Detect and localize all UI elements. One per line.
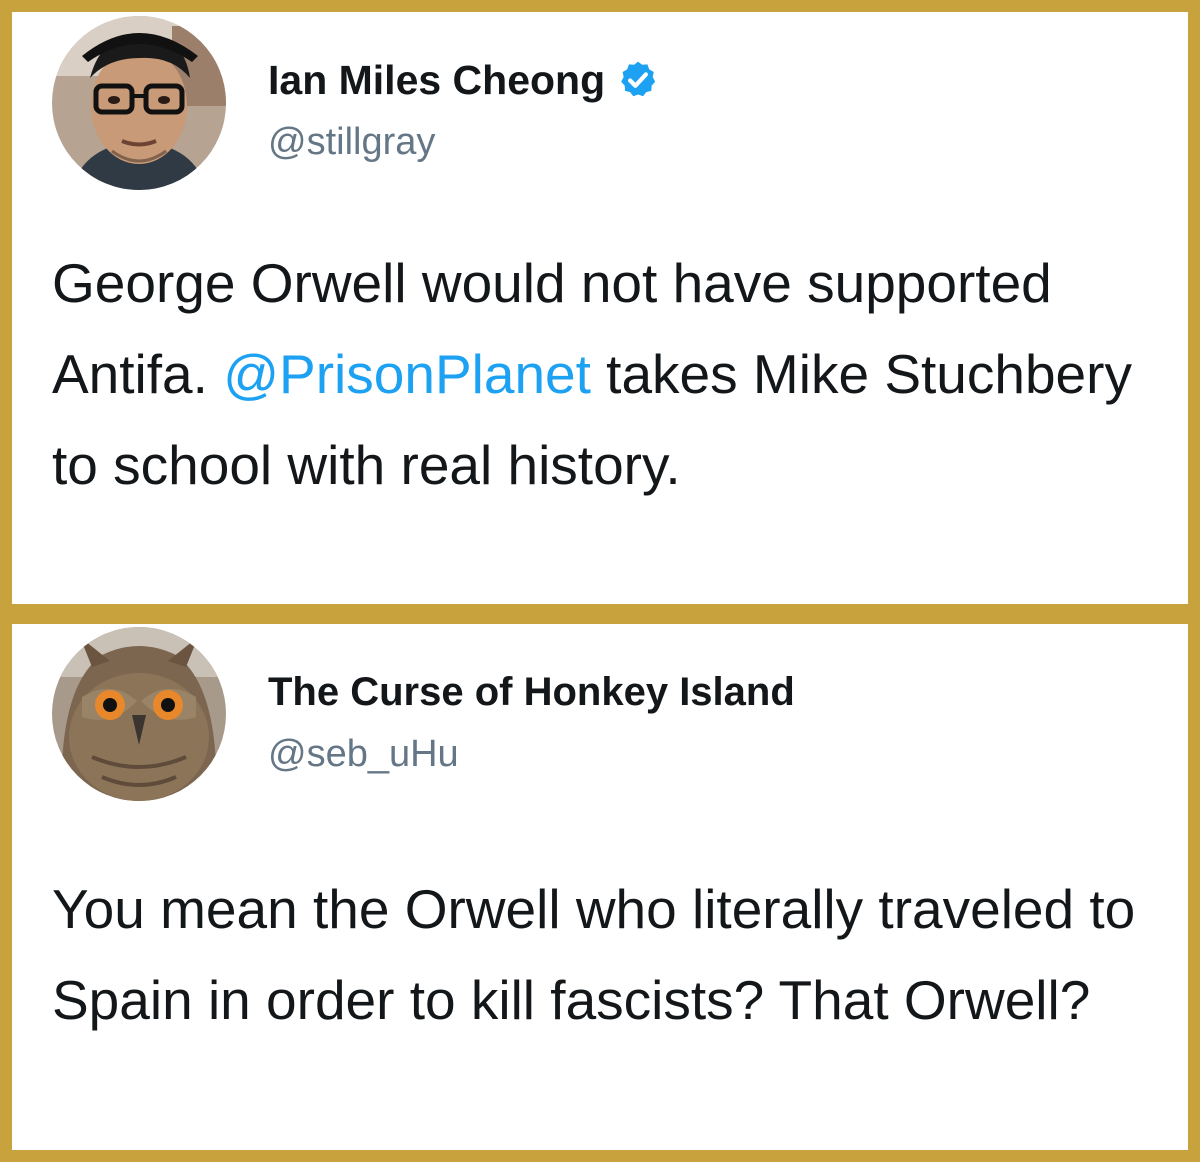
author-handle[interactable]: @stillgray: [268, 120, 435, 164]
verified-badge-icon: [617, 59, 659, 101]
tweet-card-1: Ian Miles Cheong @stillgray George Orwel…: [12, 12, 1188, 604]
tweet-text: You mean the Orwell who literally travel…: [52, 864, 1148, 1046]
author-name-line: The Curse of Honkey Island: [268, 668, 795, 716]
owl-avatar-icon[interactable]: [52, 627, 226, 801]
author-name[interactable]: Ian Miles Cheong: [268, 56, 605, 104]
author-handle[interactable]: @seb_uHu: [268, 732, 459, 776]
tweet-card-2: The Curse of Honkey Island @seb_uHu You …: [12, 624, 1188, 1150]
author-name-line: Ian Miles Cheong: [268, 56, 659, 104]
author-name[interactable]: The Curse of Honkey Island: [268, 668, 795, 716]
tweet-text: George Orwell would not have supported A…: [52, 238, 1148, 511]
mention-link[interactable]: @PrisonPlanet: [223, 343, 591, 405]
tweet-text-before: You mean the Orwell who literally travel…: [52, 878, 1136, 1031]
man-with-glasses-avatar-icon[interactable]: [52, 16, 226, 190]
